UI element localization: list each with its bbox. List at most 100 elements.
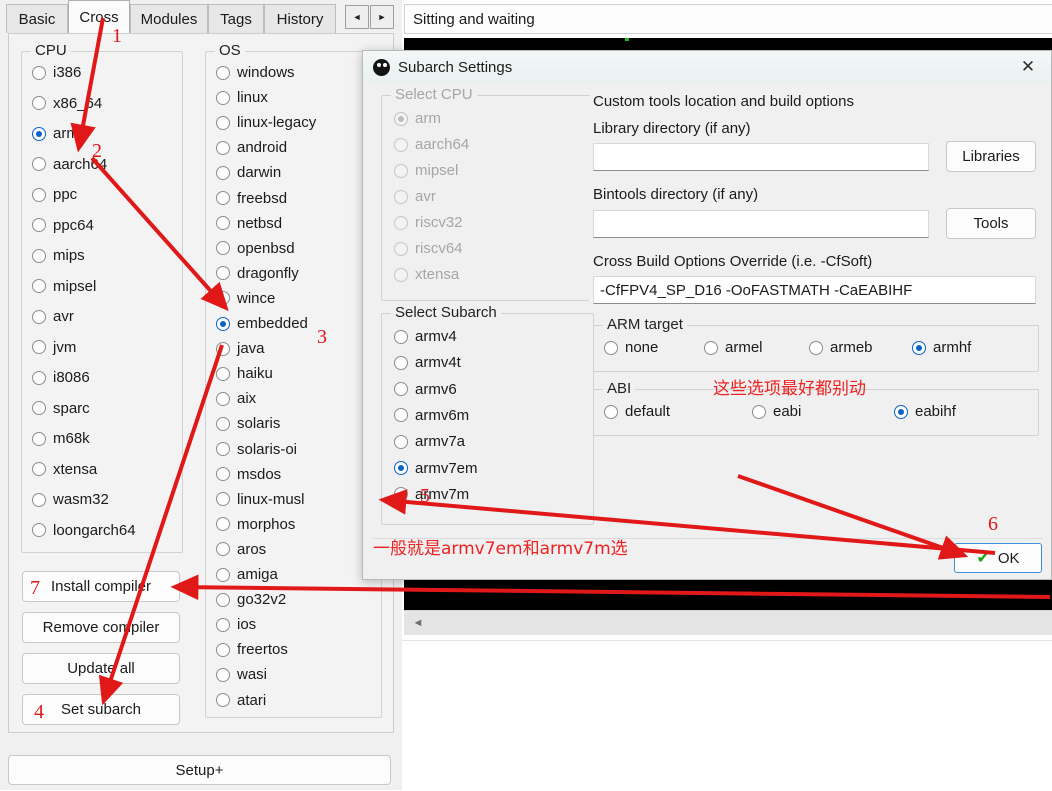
radio-dot-icon [216, 115, 230, 130]
radio-dot-icon [216, 191, 230, 205]
os-radio-ios[interactable]: ios [216, 614, 256, 635]
os-radio-dragonfly[interactable]: dragonfly [216, 263, 299, 284]
os-radio-java[interactable]: java [216, 338, 265, 359]
dialog-subarch-radio-armv4t[interactable]: armv4t [394, 352, 461, 373]
cpu-radio-wasm32[interactable]: wasm32 [32, 489, 109, 510]
arm-target-radio-armel[interactable]: armel [704, 337, 763, 358]
tab-scroll-right-icon[interactable]: ► [370, 5, 394, 29]
os-radio-android[interactable]: android [216, 137, 287, 158]
cpu-radio-sparc[interactable]: sparc [32, 398, 90, 419]
radio-label: ppc [53, 186, 78, 203]
radio-dot-icon [216, 416, 230, 431]
tab-cross[interactable]: Cross [68, 0, 130, 33]
custom-tools-groupbox: Custom tools location and build options … [589, 93, 1037, 309]
os-radio-morphos[interactable]: morphos [216, 514, 295, 535]
radio-label: aarch64 [53, 155, 108, 173]
os-radio-wince[interactable]: wince [216, 288, 275, 309]
os-radio-solaris-oi[interactable]: solaris-oi [216, 439, 297, 460]
os-radio-openbsd[interactable]: openbsd [216, 238, 295, 259]
cpu-radio-loongarch64[interactable]: loongarch64 [32, 520, 136, 541]
os-radio-aros[interactable]: aros [216, 539, 266, 560]
install-compiler-button[interactable]: Install compiler [22, 571, 180, 602]
os-radio-solaris[interactable]: solaris [216, 413, 280, 434]
cpu-radio-xtensa[interactable]: xtensa [32, 459, 97, 480]
setup-plus-button[interactable]: Setup+ [8, 755, 391, 785]
cross-build-options-input[interactable]: -CfFPV4_SP_D16 -OoFASTMATH -CaEABIHF [593, 276, 1036, 304]
cpu-radio-avr[interactable]: avr [32, 306, 74, 327]
os-radio-windows[interactable]: windows [216, 62, 295, 83]
radio-label: aarch64 [415, 136, 470, 153]
dialog-subarch-radio-armv7a[interactable]: armv7a [394, 431, 465, 452]
radio-dot-icon [394, 461, 408, 475]
dialog-cpu-radio-riscv64: riscv64 [394, 238, 463, 259]
arm-target-radio-armeb[interactable]: armeb [809, 337, 873, 358]
tab-scroll-left-icon[interactable]: ◄ [345, 5, 369, 29]
os-radio-embedded[interactable]: embedded [216, 313, 308, 334]
radio-label: msdos [237, 465, 282, 483]
radio-dot-icon [216, 693, 230, 707]
arm-target-radio-armhf[interactable]: armhf [912, 337, 971, 358]
radio-dot-icon [394, 189, 408, 204]
libraries-button[interactable]: Libraries [946, 141, 1036, 172]
os-radio-linux[interactable]: linux [216, 87, 268, 108]
os-radio-linux-musl[interactable]: linux-musl [216, 489, 305, 510]
tab-history[interactable]: History [264, 4, 336, 33]
tab-tags[interactable]: Tags [208, 4, 264, 33]
radio-dot-icon [216, 316, 230, 331]
arm-target-groupbox: ARM target none armel armeb armhf [593, 316, 1039, 372]
radio-label: wasi [237, 666, 268, 684]
dialog-subarch-radio-armv7m[interactable]: armv7m [394, 484, 469, 505]
os-radio-msdos[interactable]: msdos [216, 464, 281, 485]
cpu-radio-x86-64[interactable]: x86_64 [32, 93, 102, 114]
cpu-radio-mips[interactable]: mips [32, 245, 85, 266]
cpu-radio-ppc[interactable]: ppc [32, 184, 77, 205]
os-radio-netbsd[interactable]: netbsd [216, 213, 282, 234]
tab-basic[interactable]: Basic [6, 4, 68, 33]
cpu-radio-jvm[interactable]: jvm [32, 337, 76, 358]
cpu-radio-i8086[interactable]: i8086 [32, 367, 90, 388]
abi-radio-eabihf[interactable]: eabihf [894, 401, 956, 422]
arm-target-radio-none[interactable]: none [604, 337, 658, 358]
radio-dot-icon [216, 492, 230, 507]
library-directory-input[interactable] [593, 143, 929, 171]
app-icon [373, 58, 390, 76]
dialog-subarch-radio-armv4[interactable]: armv4 [394, 326, 457, 347]
ok-button[interactable]: ✔ OK [954, 543, 1042, 573]
dialog-subarch-radio-armv7em[interactable]: armv7em [394, 458, 478, 479]
radio-label: eabi [773, 403, 802, 420]
os-radio-haiku[interactable]: haiku [216, 363, 273, 384]
bintools-directory-input[interactable] [593, 210, 929, 238]
radio-dot-icon [394, 111, 408, 126]
cpu-radio-m68k[interactable]: m68k [32, 428, 90, 449]
dialog-subarch-radio-armv6[interactable]: armv6 [394, 379, 457, 400]
os-radio-go32v2[interactable]: go32v2 [216, 589, 286, 610]
cpu-radio-ppc64[interactable]: ppc64 [32, 215, 94, 236]
scroll-left-icon[interactable]: ◄ [408, 613, 428, 633]
os-radio-darwin[interactable]: darwin [216, 162, 281, 183]
radio-dot-icon [394, 329, 408, 344]
abi-radio-default[interactable]: default [604, 401, 670, 422]
tab-modules[interactable]: Modules [130, 4, 208, 33]
os-radio-atari[interactable]: atari [216, 690, 266, 711]
dialog-subarch-radio-armv6m[interactable]: armv6m [394, 405, 469, 426]
tools-button[interactable]: Tools [946, 208, 1036, 239]
radio-label: freebsd [237, 189, 288, 207]
cpu-radio-i386[interactable]: i386 [32, 62, 81, 83]
update-all-button[interactable]: Update all [22, 653, 180, 684]
cpu-radio-mipsel[interactable]: mipsel [32, 276, 96, 297]
set-subarch-button[interactable]: Set subarch [22, 694, 180, 725]
remove-compiler-button[interactable]: Remove compiler [22, 612, 180, 643]
os-radio-amiga[interactable]: amiga [216, 564, 278, 585]
horizontal-scrollbar[interactable]: ◄ [404, 610, 1052, 635]
os-radio-freebsd[interactable]: freebsd [216, 188, 287, 209]
os-radio-linux-legacy[interactable]: linux-legacy [216, 112, 316, 133]
cpu-radio-arm[interactable]: arm [32, 123, 79, 144]
cpu-radio-aarch64[interactable]: aarch64 [32, 154, 107, 175]
os-radio-aix[interactable]: aix [216, 388, 256, 409]
os-radio-wasi[interactable]: wasi [216, 664, 267, 685]
close-icon[interactable]: ✕ [1005, 51, 1051, 83]
radio-label: x86_64 [53, 94, 103, 112]
abi-radio-eabi[interactable]: eabi [752, 401, 801, 422]
os-radio-freertos[interactable]: freertos [216, 639, 288, 660]
check-icon: ✔ [976, 550, 990, 567]
